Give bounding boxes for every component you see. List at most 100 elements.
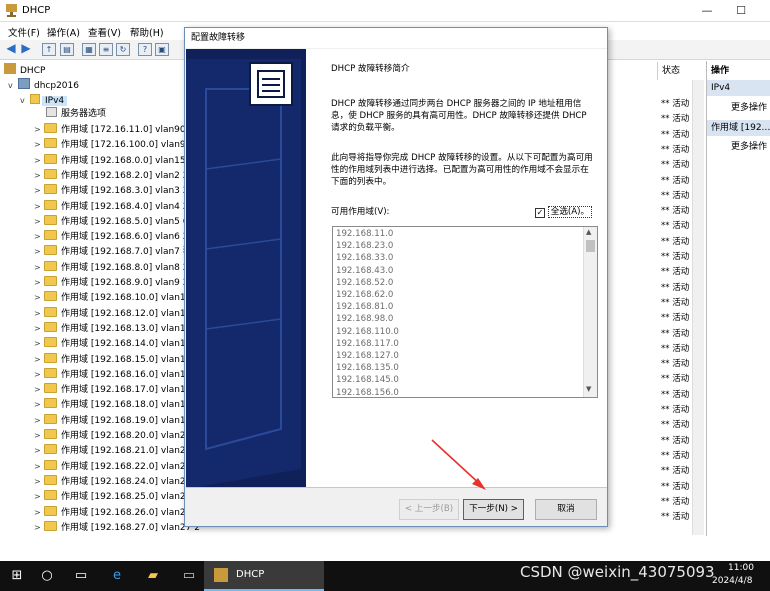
scope-list-item[interactable]: 192.168.110.0 (336, 327, 399, 337)
back-button[interactable]: < 上一步(B) (399, 499, 459, 520)
scroll-down-icon[interactable]: ▼ (586, 385, 591, 393)
scope-list-item[interactable]: 192.168.43.0 (336, 266, 393, 276)
scope-list-item[interactable]: 192.168.127.0 (336, 351, 399, 361)
folder-icon (44, 153, 57, 164)
edge-browser-icon[interactable]: e (100, 561, 134, 591)
taskbar-dhcp-app[interactable]: DHCP (204, 561, 324, 591)
scope-list-item[interactable]: 192.168.135.0 (336, 363, 399, 373)
up-folder-icon[interactable]: ↑ (42, 43, 56, 56)
actions-section-scope[interactable]: 作用域 [192.… (707, 120, 770, 136)
status-cell: ** 活动 (661, 466, 690, 477)
chevron-right-icon[interactable]: > (34, 367, 44, 382)
tree-scrollbar[interactable] (692, 80, 704, 535)
tree-ipv4-label: IPv4 (42, 96, 68, 106)
chevron-right-icon[interactable]: > (34, 382, 44, 397)
chevron-right-icon[interactable]: > (34, 244, 44, 259)
failover-dialog: 配置故障转移 DHCP 故障转移简介 DHCP 故障转移通过同步两台 DHCP … (184, 27, 608, 527)
scope-list-item[interactable]: 192.168.52.0 (336, 278, 393, 288)
chevron-right-icon[interactable]: > (34, 321, 44, 336)
chevron-right-icon[interactable]: > (34, 260, 44, 275)
console-icon[interactable]: ▣ (155, 43, 169, 56)
folder-icon (44, 245, 57, 256)
list-view-icon[interactable]: ≡ (99, 43, 113, 56)
scope-list-item[interactable]: 192.168.33.0 (336, 253, 393, 263)
chevron-right-icon[interactable]: > (34, 122, 44, 137)
status-cell: ** 活动 (661, 175, 690, 186)
menu-file[interactable]: 文件(F) (8, 25, 40, 39)
scope-list-item[interactable]: 192.168.98.0 (336, 314, 393, 324)
minimize-button[interactable]: — (690, 0, 724, 22)
chevron-right-icon[interactable]: > (34, 352, 44, 367)
list-scrollbar[interactable]: ▲ ▼ (583, 227, 597, 397)
actions-section-ipv4[interactable]: IPv4 (707, 80, 770, 96)
scroll-up-icon[interactable]: ▲ (586, 228, 591, 236)
menu-action[interactable]: 操作(A) (47, 25, 80, 39)
terminal-icon[interactable]: ▭ (172, 561, 206, 591)
chevron-right-icon[interactable]: > (34, 336, 44, 351)
status-cell: ** 活动 (661, 114, 690, 125)
folder-icon (44, 184, 57, 195)
status-cell: ** 活动 (661, 144, 690, 155)
chevron-right-icon[interactable]: > (34, 535, 44, 536)
scope-list-item[interactable]: 192.168.23.0 (336, 241, 393, 251)
actions-header: 操作 (707, 63, 770, 79)
more-actions-ipv4[interactable]: 更多操作 (731, 100, 767, 113)
available-scopes-list[interactable]: 192.168.11.0 192.168.23.0 192.168.33.0 192.… (332, 226, 598, 398)
tree-scope-item[interactable]: >作用域 [192.168.28.0] vlan28 2 (34, 535, 700, 536)
scope-list-item[interactable]: 192.168.145.0 (336, 375, 399, 385)
menu-help[interactable]: 帮助(H) (130, 25, 164, 39)
help-icon[interactable]: ? (138, 43, 152, 56)
chevron-right-icon[interactable]: > (34, 306, 44, 321)
next-button[interactable]: 下一步(N) > (463, 499, 524, 520)
maximize-button[interactable]: ☐ (724, 0, 758, 22)
select-all-checkbox[interactable]: ✓ 全选(A)。 (535, 205, 593, 218)
status-cell: ** 活动 (661, 129, 690, 140)
scope-list-item[interactable]: 192.168.62.0 (336, 290, 393, 300)
scope-list-item[interactable]: 192.168.11.0 (336, 229, 393, 239)
status-cell: ** 活动 (661, 496, 690, 507)
scope-label: 作用域 [192.168.27.0] vlan27 2 (61, 522, 200, 533)
chevron-right-icon[interactable]: > (34, 520, 44, 535)
scope-list-item[interactable]: 192.168.117.0 (336, 339, 399, 349)
chevron-right-icon[interactable]: > (34, 153, 44, 168)
chevron-right-icon[interactable]: > (34, 229, 44, 244)
cancel-button[interactable]: 取消 (535, 499, 597, 520)
menu-view[interactable]: 查看(V) (88, 25, 121, 39)
file-explorer-icon[interactable]: ▰ (136, 561, 170, 591)
chevron-down-icon[interactable]: v (20, 93, 30, 108)
chevron-right-icon[interactable]: > (34, 397, 44, 412)
chevron-right-icon[interactable]: > (34, 275, 44, 290)
task-view-icon[interactable]: ▭ (64, 561, 98, 591)
chevron-right-icon[interactable]: > (34, 137, 44, 152)
folder-icon (44, 214, 57, 225)
scope-list-item[interactable]: 192.168.81.0 (336, 302, 393, 312)
chevron-right-icon[interactable]: > (34, 290, 44, 305)
scroll-thumb[interactable] (586, 240, 595, 252)
more-actions-scope[interactable]: 更多操作 (731, 139, 767, 152)
folder-icon (44, 168, 57, 179)
chevron-right-icon[interactable]: > (34, 168, 44, 183)
refresh-icon[interactable]: ↻ (116, 43, 130, 56)
status-column-header[interactable]: 状态 (657, 62, 705, 80)
chevron-right-icon[interactable]: > (34, 214, 44, 229)
chevron-right-icon[interactable]: > (34, 183, 44, 198)
chevron-down-icon[interactable]: v (8, 78, 18, 93)
chevron-right-icon[interactable]: > (34, 428, 44, 443)
chevron-right-icon[interactable]: > (34, 443, 44, 458)
scope-label: 作用域 [192.168.15.0] vlan15 2 (61, 354, 200, 365)
scope-label: 作用域 [192.168.14.0] vlan14 2 (61, 339, 200, 350)
chevron-right-icon[interactable]: > (34, 474, 44, 489)
search-icon[interactable]: ○ (30, 561, 64, 591)
properties-icon[interactable]: ▦ (82, 43, 96, 56)
show-tree-icon[interactable]: ▤ (60, 43, 74, 56)
forward-arrow-icon[interactable]: ▶ (19, 42, 33, 56)
scope-list-item[interactable]: 192.168.156.0 (336, 388, 399, 398)
windows-start-icon[interactable]: ⊞ (0, 561, 34, 591)
chevron-right-icon[interactable]: > (34, 505, 44, 520)
chevron-right-icon[interactable]: > (34, 489, 44, 504)
back-arrow-icon[interactable]: ◀ (4, 42, 18, 56)
tree-server-options-label: 服务器选项 (61, 109, 107, 119)
chevron-right-icon[interactable]: > (34, 413, 44, 428)
chevron-right-icon[interactable]: > (34, 459, 44, 474)
chevron-right-icon[interactable]: > (34, 199, 44, 214)
